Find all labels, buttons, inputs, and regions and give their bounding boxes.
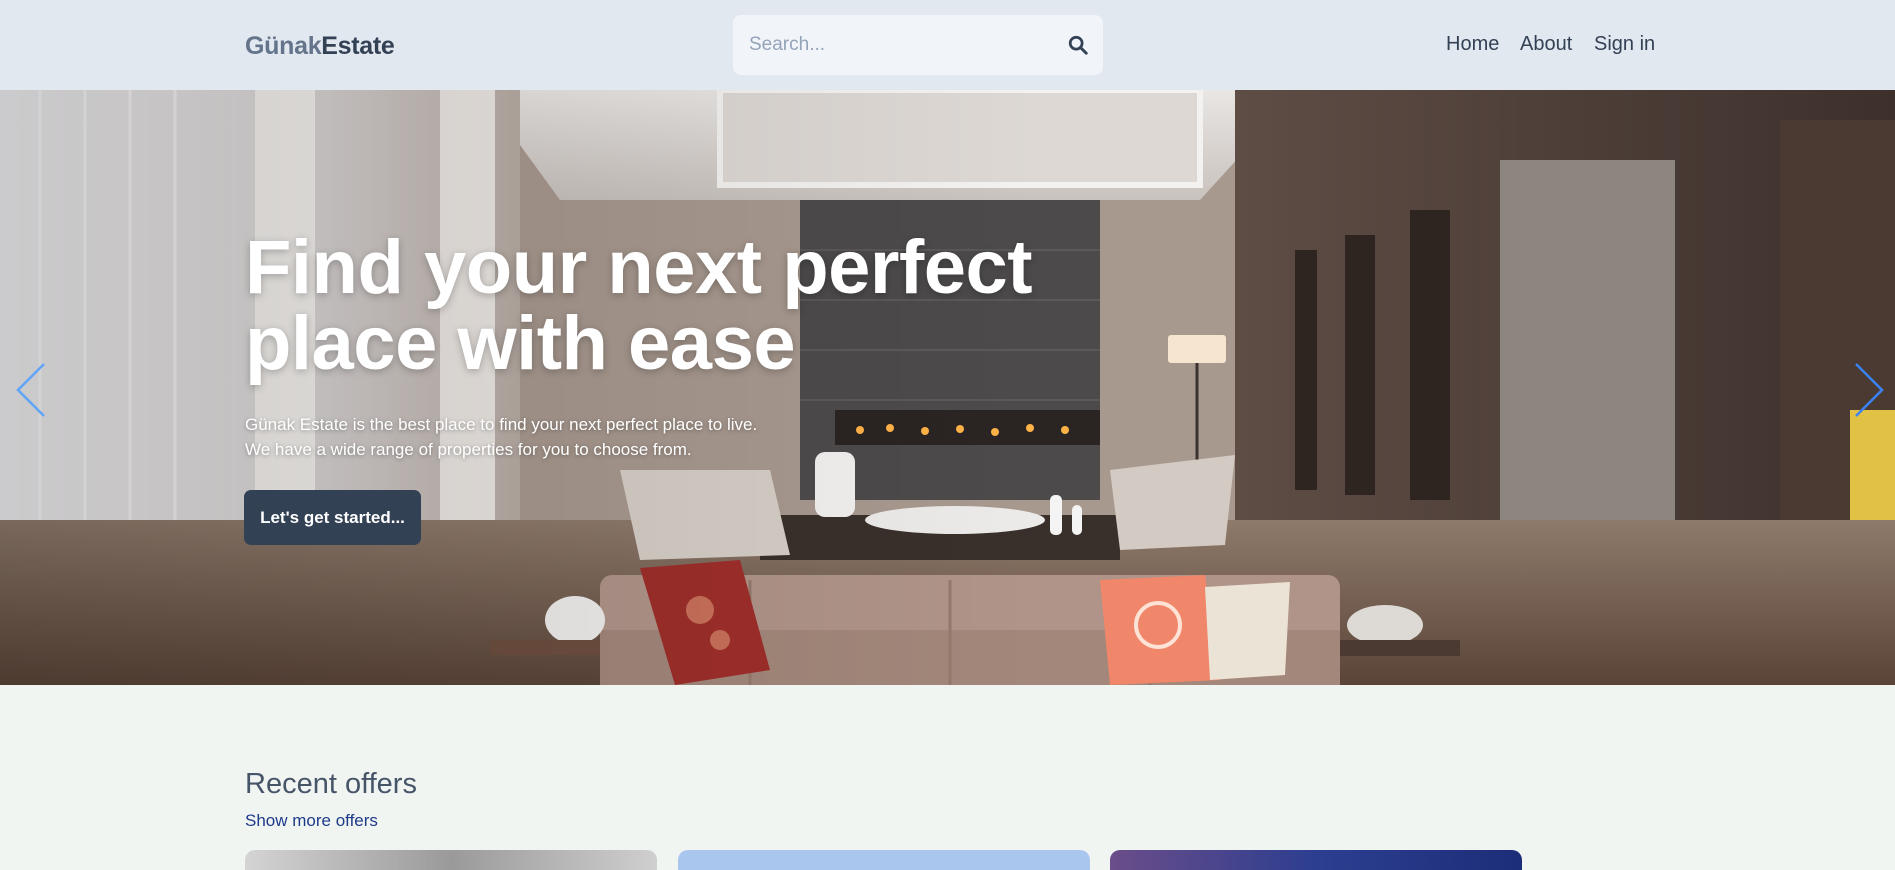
hero-subtitle-line-2: We have a wide range of properties for y… xyxy=(245,440,692,459)
hero-carousel: Find your next perfect place with ease G… xyxy=(0,90,1895,685)
nav-about[interactable]: About xyxy=(1520,33,1572,56)
nav-sign-in[interactable]: Sign in xyxy=(1594,33,1655,56)
logo-part-1: Günak xyxy=(245,32,322,60)
hero-title-line-2: place with ease xyxy=(245,301,796,386)
hero-title-line-1: Find your next perfect xyxy=(245,225,1033,310)
site-header: GünakEstate Home About Sign in xyxy=(0,0,1895,90)
recent-offers-title: Recent offers xyxy=(245,768,417,800)
hero-subtitle-line-1: Günak Estate is the best place to find y… xyxy=(245,415,758,434)
nav-home[interactable]: Home xyxy=(1446,33,1499,56)
chevron-right-icon[interactable] xyxy=(1850,360,1890,420)
chevron-left-icon[interactable] xyxy=(12,360,52,420)
hero-title: Find your next perfect place with ease xyxy=(245,230,1145,382)
search-bar xyxy=(733,15,1103,75)
search-icon[interactable] xyxy=(1063,30,1093,60)
offer-card-2[interactable] xyxy=(678,850,1090,870)
show-more-offers-link[interactable]: Show more offers xyxy=(245,811,378,831)
hero-image xyxy=(0,90,1895,685)
hero-subtitle: Günak Estate is the best place to find y… xyxy=(245,412,945,462)
logo-part-2: Estate xyxy=(321,32,395,60)
offer-card-1[interactable] xyxy=(245,850,657,870)
search-input[interactable] xyxy=(749,15,1049,75)
get-started-button[interactable]: Let's get started... xyxy=(244,490,421,545)
offer-card-3[interactable] xyxy=(1110,850,1522,870)
logo[interactable]: GünakEstate xyxy=(245,32,395,61)
